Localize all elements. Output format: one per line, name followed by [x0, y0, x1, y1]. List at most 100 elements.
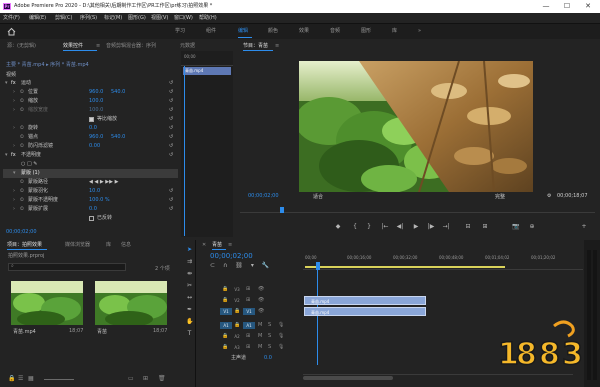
uniform-scale-checkbox[interactable]: [89, 117, 94, 122]
stopwatch-icon[interactable]: ⏲: [20, 205, 24, 214]
timeline-timecode[interactable]: 00;00;02;00: [210, 252, 253, 260]
lock-icon[interactable]: 🔒: [8, 375, 15, 382]
menu-marker[interactable]: 标记(M): [104, 13, 122, 24]
mask-expansion-value[interactable]: 0.0: [89, 205, 97, 214]
workspace-graphics[interactable]: 图形: [361, 24, 371, 39]
stopwatch-icon[interactable]: ⏲: [20, 133, 24, 142]
stopwatch-icon[interactable]: ⏲: [20, 97, 24, 106]
sync-lock-icon[interactable]: ⊞: [246, 332, 250, 341]
fx-icon[interactable]: fx: [11, 151, 16, 160]
lift-button[interactable]: ⊟: [463, 222, 473, 232]
reset-icon[interactable]: ↺: [169, 187, 173, 196]
go-to-out-button[interactable]: →|: [441, 222, 451, 232]
close-button[interactable]: ✕: [578, 0, 598, 13]
ripple-edit-tool-icon[interactable]: ⇹: [186, 270, 193, 277]
project-item-name[interactable]: 青苗.mp4: [13, 328, 36, 335]
tab-audio-clip-mixer[interactable]: 音频剪辑混合器：序列: [106, 41, 156, 51]
delete-icon[interactable]: 🗑: [158, 375, 166, 382]
track-name[interactable]: A2: [231, 333, 243, 340]
snap-icon[interactable]: ∩: [223, 262, 227, 269]
selection-tool-icon[interactable]: ➤: [186, 246, 193, 253]
mini-playhead[interactable]: [184, 66, 185, 236]
workspace-assembly[interactable]: 组件: [206, 24, 216, 39]
mask-tools-icons[interactable]: ○ □ ✎: [21, 160, 37, 169]
effect-controls-timecode[interactable]: 00;00;02;00: [6, 228, 37, 237]
reset-icon[interactable]: ↺: [169, 79, 173, 88]
expand-icon[interactable]: ›: [13, 142, 15, 151]
workspace-learn[interactable]: 学习: [175, 24, 185, 39]
zoom-slider[interactable]: [44, 379, 74, 380]
settings-icon[interactable]: 🔧: [262, 262, 269, 269]
solo-button[interactable]: S: [268, 321, 271, 330]
compare-view-button[interactable]: ⊕: [527, 222, 537, 232]
lock-icon[interactable]: 🔒: [222, 296, 228, 305]
project-item-name[interactable]: 青苗: [97, 328, 107, 335]
extract-button[interactable]: ⊞: [480, 222, 490, 232]
lock-icon[interactable]: 🔒: [222, 332, 228, 341]
fit-dropdown[interactable]: 适合: [313, 193, 323, 200]
workspace-libraries[interactable]: 库: [392, 24, 397, 39]
opacity-group[interactable]: 不透明度: [21, 151, 41, 160]
mic-icon[interactable]: 🎙: [278, 343, 284, 352]
position-y[interactable]: 540.0: [111, 88, 125, 97]
source-patch[interactable]: V1: [220, 308, 232, 315]
scale-width-value[interactable]: 100.0: [89, 106, 103, 115]
slip-tool-icon[interactable]: ↔: [186, 294, 193, 301]
panel-menu-icon[interactable]: ≡: [228, 240, 232, 250]
project-item-thumbnail[interactable]: [95, 281, 167, 325]
eye-icon[interactable]: 👁: [258, 285, 264, 294]
anchor-x[interactable]: 960.0: [89, 133, 103, 142]
panel-menu-icon[interactable]: ≡: [275, 41, 279, 51]
stopwatch-icon[interactable]: ⏲: [20, 88, 24, 97]
solo-button[interactable]: S: [268, 343, 271, 352]
expand-icon[interactable]: ›: [13, 124, 15, 133]
position-x[interactable]: 960.0: [89, 88, 103, 97]
menu-help[interactable]: 帮助(H): [199, 13, 217, 24]
lock-icon[interactable]: 🔒: [234, 307, 240, 316]
reset-icon[interactable]: ↺: [169, 151, 173, 160]
lock-icon[interactable]: 🔒: [222, 285, 228, 294]
mini-timeline-clip[interactable]: 青苗.mp4: [183, 67, 231, 75]
mask-path-controls[interactable]: ◀ ◀ ▶ ▶▶ ▶: [89, 178, 118, 187]
menu-edit[interactable]: 编辑(E): [29, 13, 46, 24]
reset-icon[interactable]: ↺: [169, 196, 173, 205]
maximize-button[interactable]: ☐: [557, 0, 577, 13]
minimize-button[interactable]: —: [536, 0, 556, 13]
home-icon[interactable]: [7, 27, 16, 36]
button-editor-button[interactable]: +: [579, 222, 589, 232]
track-name[interactable]: A1: [243, 322, 255, 329]
mic-icon[interactable]: 🎙: [278, 321, 284, 330]
scrollbar-thumb[interactable]: [303, 376, 393, 380]
track-select-tool-icon[interactable]: ⇉: [186, 258, 193, 265]
mute-button[interactable]: M: [258, 343, 262, 352]
stopwatch-icon[interactable]: ⏲: [20, 187, 24, 196]
reset-icon[interactable]: ↺: [169, 124, 173, 133]
project-item-thumbnail[interactable]: [11, 281, 83, 325]
reset-icon[interactable]: ↺: [169, 97, 173, 106]
inverted-checkbox[interactable]: [89, 216, 94, 221]
menu-view[interactable]: 视图(V): [151, 13, 168, 24]
solo-button[interactable]: S: [268, 332, 271, 341]
mute-button[interactable]: M: [258, 321, 262, 330]
menu-sequence[interactable]: 序列(S): [80, 13, 97, 24]
eye-icon[interactable]: 👁: [258, 307, 264, 316]
reset-icon[interactable]: ↺: [169, 205, 173, 214]
timeline-clip[interactable]: 青苗.mp4: [304, 307, 426, 316]
timeline-playhead-handle[interactable]: [316, 262, 320, 270]
step-forward-button[interactable]: |▶: [426, 222, 436, 232]
anti-flicker-value[interactable]: 0.00: [89, 142, 100, 151]
play-button[interactable]: ▶: [411, 222, 421, 232]
add-marker-icon[interactable]: ▾: [251, 262, 254, 269]
mask-feather-value[interactable]: 10.0: [89, 187, 100, 196]
mark-in-button[interactable]: {: [350, 222, 360, 232]
sync-lock-icon[interactable]: ⊞: [246, 343, 250, 352]
program-timecode[interactable]: 00;00;02;00: [248, 193, 279, 199]
eye-icon[interactable]: 👁: [258, 296, 264, 305]
expand-icon[interactable]: ›: [13, 88, 15, 97]
motion-group[interactable]: 运动: [21, 79, 31, 88]
sync-lock-icon[interactable]: ⊞: [246, 285, 250, 294]
go-to-in-button[interactable]: |←: [380, 222, 390, 232]
nest-icon[interactable]: ⊂: [210, 262, 215, 269]
rotation-value[interactable]: 0.0: [89, 124, 97, 133]
mic-icon[interactable]: 🎙: [278, 332, 284, 341]
